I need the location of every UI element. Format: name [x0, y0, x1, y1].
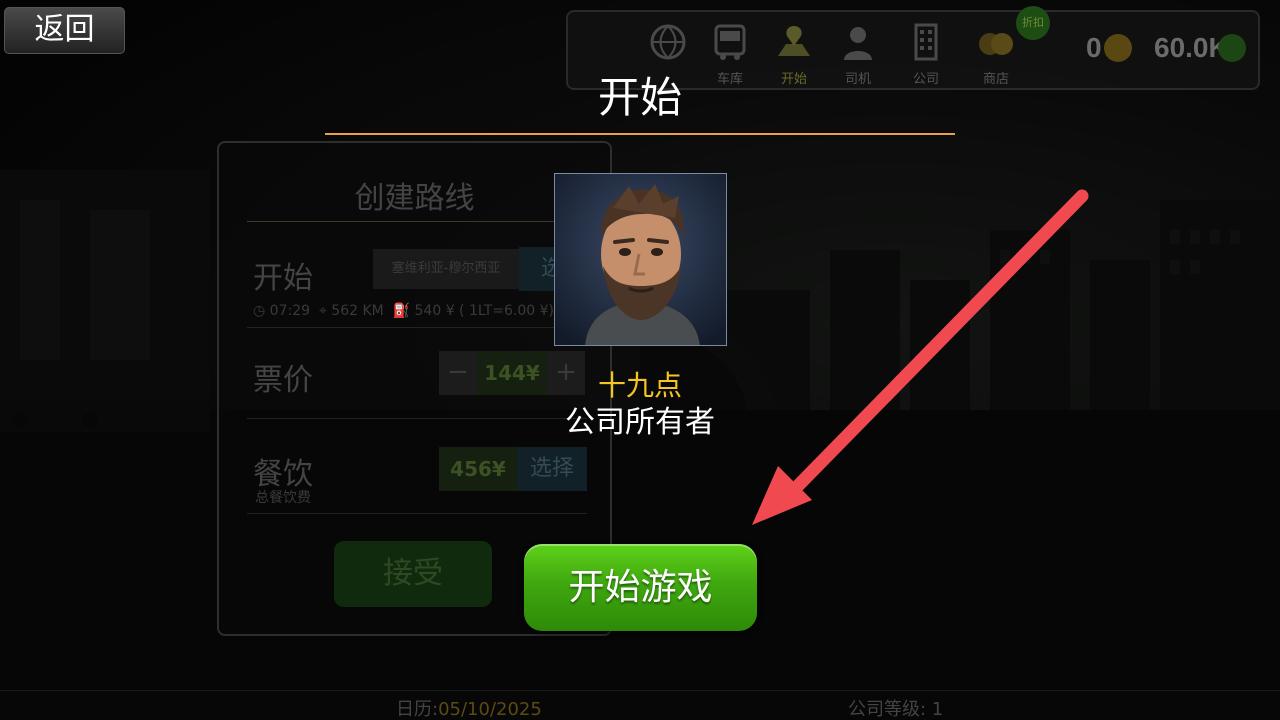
sale-badge[interactable]: 折扣	[1016, 6, 1050, 40]
calendar-label: 日历:	[396, 699, 439, 720]
globe-icon	[650, 24, 686, 60]
distance-icon: ⌖	[318, 303, 332, 319]
player-avatar	[554, 173, 727, 346]
dialog-title: 开始	[597, 73, 682, 122]
coins-icon	[979, 33, 1013, 55]
avatar-portrait-icon	[555, 174, 726, 345]
start-label: 开始	[253, 261, 313, 296]
accept-button[interactable]: 接受	[334, 541, 492, 607]
calendar-date: 05/10/2025	[438, 699, 542, 720]
driver-icon	[844, 27, 872, 60]
catering-select-button[interactable]: 选择	[517, 447, 587, 491]
row-divider	[247, 513, 587, 514]
dialog-title-underline	[325, 133, 955, 135]
panel-title-divider	[247, 221, 587, 222]
calendar-readout: 日历:05/10/2025	[396, 695, 542, 720]
gold-counter: 0	[1086, 32, 1102, 63]
map-pin-icon	[778, 26, 810, 56]
route-info-line: ◷ 07:29 ⌖ 562 KM ⛽ 540 ¥ ( 1LT=6.00 ¥)	[253, 303, 554, 319]
route-fuel-cost: 540 ¥ ( 1LT=6.00 ¥)	[414, 303, 555, 319]
clock-icon: ◷	[253, 303, 270, 319]
row-divider	[247, 327, 587, 328]
route-distance: 562 KM	[331, 303, 384, 319]
start-city-field[interactable]: 塞维利亚-穆尔西亚	[373, 249, 519, 289]
company-level: 公司等级: 1	[848, 699, 944, 720]
bottom-status-bar	[0, 690, 1280, 720]
route-time: 07:29	[269, 303, 311, 319]
cash-coin-icon	[1218, 34, 1246, 62]
player-role: 公司所有者	[565, 405, 715, 440]
gold-coin-icon	[1104, 34, 1132, 62]
panel-title: 创建路线	[354, 181, 475, 216]
building-icon	[914, 23, 938, 61]
back-button[interactable]: 返回	[4, 7, 125, 54]
catering-price-value: 456¥	[439, 447, 517, 491]
start-game-button[interactable]: 开始游戏	[524, 544, 757, 631]
bus-icon	[714, 24, 746, 60]
fuel-icon: ⛽	[392, 303, 415, 319]
catering-sublabel: 总餐饮费	[255, 490, 311, 506]
